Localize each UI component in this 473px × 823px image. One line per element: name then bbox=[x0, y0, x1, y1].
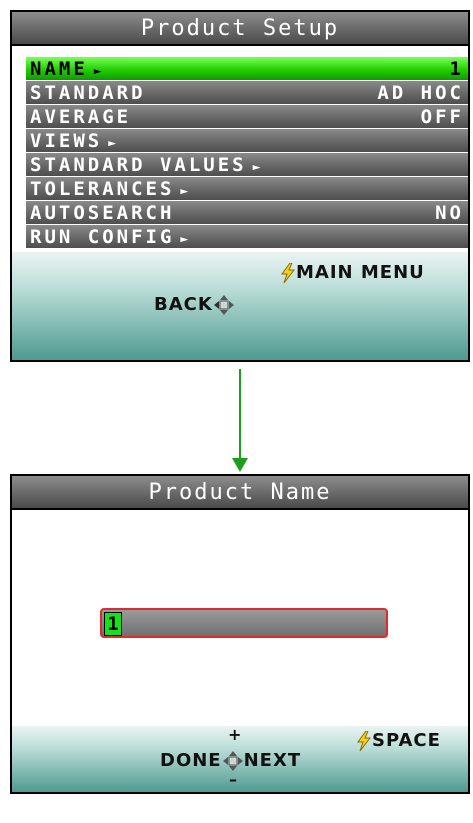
plus-label: + bbox=[228, 725, 243, 744]
next-label: NEXT bbox=[243, 750, 302, 771]
menu-item-label: AUTOSEARCH bbox=[30, 201, 175, 224]
menu-item-label: VIEWS bbox=[30, 129, 103, 152]
menu-item-value: AD HOC bbox=[377, 81, 464, 104]
product-name-screen: Product Name 1 + SPACE DONE NEXT – bbox=[10, 474, 470, 794]
menu-item-tolerances[interactable]: TOLERANCES ► bbox=[26, 177, 468, 200]
name-footer: + SPACE DONE NEXT – bbox=[12, 725, 468, 792]
menu-item-label: TOLERANCES bbox=[30, 177, 175, 200]
space-hint[interactable]: SPACE bbox=[356, 730, 441, 751]
transition-arrow-line bbox=[239, 369, 241, 465]
menu-item-value: OFF bbox=[420, 105, 464, 128]
menu-item-label: STANDARD bbox=[30, 81, 146, 104]
menu-item-average[interactable]: AVERAGE OFF bbox=[26, 105, 468, 128]
lightning-bolt-icon bbox=[357, 731, 372, 751]
product-name-input[interactable]: 1 bbox=[100, 608, 388, 638]
menu-item-standard[interactable]: STANDARD AD HOC bbox=[26, 81, 468, 104]
lightning-bolt-icon bbox=[281, 263, 296, 283]
submenu-arrow-icon: ► bbox=[252, 159, 264, 175]
done-label: DONE bbox=[160, 750, 222, 771]
dpad-icon bbox=[222, 751, 243, 771]
menu-item-value: NO bbox=[435, 201, 464, 224]
menu-item-label: STANDARD VALUES bbox=[30, 153, 247, 176]
setup-title: Product Setup bbox=[12, 12, 468, 46]
done-next-hint[interactable]: DONE NEXT bbox=[160, 750, 301, 772]
back-label: BACK bbox=[154, 294, 213, 315]
space-label: SPACE bbox=[372, 730, 441, 751]
menu-item-label: NAME bbox=[30, 57, 88, 80]
main-menu-label: MAIN MENU bbox=[296, 262, 425, 283]
back-hint[interactable]: BACK bbox=[154, 294, 235, 316]
dpad-icon bbox=[213, 295, 234, 315]
setup-menu: NAME ► 1 STANDARD AD HOC AVERAGE OFF VIEW… bbox=[26, 57, 468, 249]
menu-item-label: AVERAGE bbox=[30, 105, 132, 128]
minus-label: – bbox=[229, 770, 238, 789]
menu-item-label: RUN CONFIG bbox=[30, 225, 175, 248]
transition-arrow-icon bbox=[232, 458, 248, 472]
menu-item-run-config[interactable]: RUN CONFIG ► bbox=[26, 225, 468, 248]
menu-item-autosearch[interactable]: AUTOSEARCH NO bbox=[26, 201, 468, 224]
name-title: Product Name bbox=[12, 476, 468, 510]
submenu-arrow-icon: ► bbox=[108, 135, 120, 151]
submenu-arrow-icon: ► bbox=[180, 231, 192, 247]
menu-item-name[interactable]: NAME ► 1 bbox=[26, 57, 468, 80]
setup-footer: MAIN MENU BACK bbox=[12, 252, 468, 360]
submenu-arrow-icon: ► bbox=[93, 63, 105, 79]
menu-item-standard-values[interactable]: STANDARD VALUES ► bbox=[26, 153, 468, 176]
product-setup-screen: Product Setup NAME ► 1 STANDARD AD HOC AV… bbox=[10, 10, 470, 362]
main-menu-hint[interactable]: MAIN MENU bbox=[280, 262, 425, 283]
menu-item-value: 1 bbox=[449, 57, 464, 80]
menu-item-views[interactable]: VIEWS ► bbox=[26, 129, 468, 152]
text-cursor: 1 bbox=[104, 612, 122, 636]
submenu-arrow-icon: ► bbox=[180, 183, 192, 199]
